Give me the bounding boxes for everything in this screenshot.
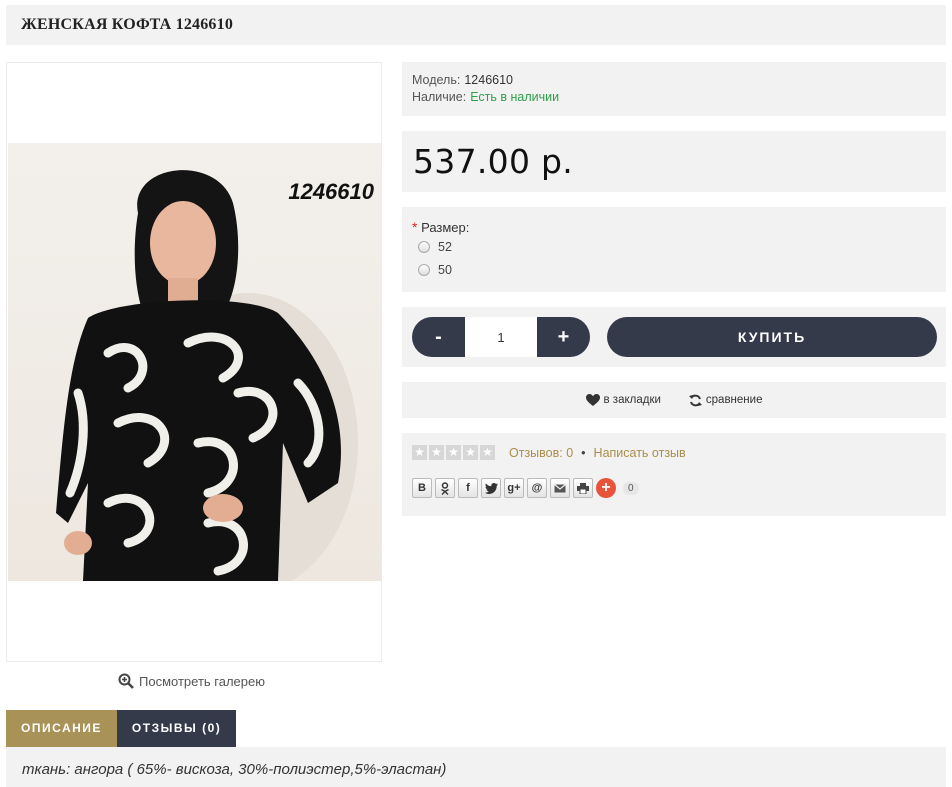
availability-row: Наличие: Есть в наличии	[412, 89, 936, 106]
size-option-52[interactable]: 52	[412, 235, 936, 258]
availability-value: Есть в наличии	[470, 90, 560, 104]
buy-button[interactable]: КУПИТЬ	[607, 317, 937, 357]
quantity-stepper: - +	[412, 317, 590, 357]
required-mark: *	[412, 219, 418, 235]
write-review-link[interactable]: Написать отзыв	[594, 446, 686, 460]
vk-share-icon[interactable]: В	[412, 478, 432, 498]
product-photo-illustration	[56, 170, 358, 581]
description-text: ткань: ангора ( 65%- вискоза, 30%-полиэс…	[22, 761, 447, 778]
twitter-share-icon[interactable]	[481, 478, 501, 498]
quantity-increase-button[interactable]: +	[537, 317, 590, 357]
description-panel: ткань: ангора ( 65%- вискоза, 30%-полиэс…	[6, 747, 946, 787]
more-share-icon[interactable]: +	[596, 478, 616, 498]
share-buttons: В f g+ @ + 0	[412, 478, 936, 498]
heart-icon	[585, 393, 600, 406]
star-icon: ★	[446, 445, 461, 460]
product-info-box: Модель: 1246610 Наличие: Есть в наличии	[402, 62, 946, 116]
tab-description[interactable]: ОПИСАНИЕ	[6, 710, 117, 747]
product-tabs: ОПИСАНИЕ ОТЗЫВЫ (0)	[6, 710, 237, 747]
wishlist-compare-bar: в закладки сравнение	[402, 382, 946, 418]
google-plus-share-icon[interactable]: g+	[504, 478, 524, 498]
page-title: ЖЕНСКАЯ КОФТА 1246610	[21, 16, 234, 33]
size-option-50[interactable]: 50	[412, 258, 936, 281]
add-to-compare-link[interactable]: сравнение	[688, 394, 763, 407]
print-share-icon[interactable]	[573, 478, 593, 498]
product-photo[interactable]: 1246610	[8, 143, 381, 581]
review-box: ★ ★ ★ ★ ★ Отзывов: 0 • Написать отзыв В …	[402, 433, 946, 516]
model-label: Модель:	[412, 73, 461, 87]
separator-dot: •	[581, 445, 586, 460]
view-gallery-label: Посмотреть галерею	[139, 673, 265, 689]
title-bar: ЖЕНСКАЯ КОФТА 1246610	[6, 5, 946, 45]
model-value: 1246610	[464, 73, 514, 87]
size-label-row: * Размер:	[412, 219, 936, 235]
wishlist-label: в закладки	[603, 394, 661, 406]
availability-label: Наличие:	[412, 90, 467, 104]
view-gallery-link[interactable]: Посмотреть галерею	[118, 673, 265, 689]
odnoklassniki-share-icon[interactable]	[435, 478, 455, 498]
review-line: ★ ★ ★ ★ ★ Отзывов: 0 • Написать отзыв	[412, 445, 936, 460]
price-box: 537.00 р.	[402, 131, 946, 192]
facebook-share-icon[interactable]: f	[458, 478, 478, 498]
star-icon: ★	[480, 445, 495, 460]
quantity-decrease-button[interactable]: -	[412, 317, 465, 357]
mailru-share-icon[interactable]: @	[527, 478, 547, 498]
tab-reviews[interactable]: ОТЗЫВЫ (0)	[116, 710, 237, 747]
email-share-icon[interactable]	[550, 478, 570, 498]
star-icon: ★	[429, 445, 444, 460]
size-options: * Размер: 52 50	[402, 207, 946, 292]
quantity-input[interactable]	[465, 317, 537, 357]
size-radio-50[interactable]	[418, 263, 430, 276]
image-model-code: 1246610	[288, 179, 374, 204]
refresh-icon	[688, 394, 702, 406]
size-radio-52[interactable]	[418, 240, 430, 253]
product-price: 537.00 р.	[413, 142, 574, 181]
buy-box: - + КУПИТЬ	[402, 307, 946, 367]
share-count: 0	[623, 481, 639, 495]
add-to-wishlist-link[interactable]: в закладки	[585, 393, 661, 407]
compare-label: сравнение	[705, 394, 763, 406]
zoom-in-icon	[118, 673, 134, 689]
model-row: Модель: 1246610	[412, 72, 936, 89]
rating-stars: ★ ★ ★ ★ ★	[412, 445, 495, 460]
star-icon: ★	[463, 445, 478, 460]
reviews-count-link[interactable]: Отзывов: 0	[509, 446, 573, 460]
size-value-52: 52	[438, 239, 452, 254]
size-value-50: 50	[438, 262, 452, 277]
size-label: Размер:	[421, 220, 470, 235]
star-icon: ★	[412, 445, 427, 460]
product-image-box[interactable]: 1246610	[6, 62, 382, 662]
